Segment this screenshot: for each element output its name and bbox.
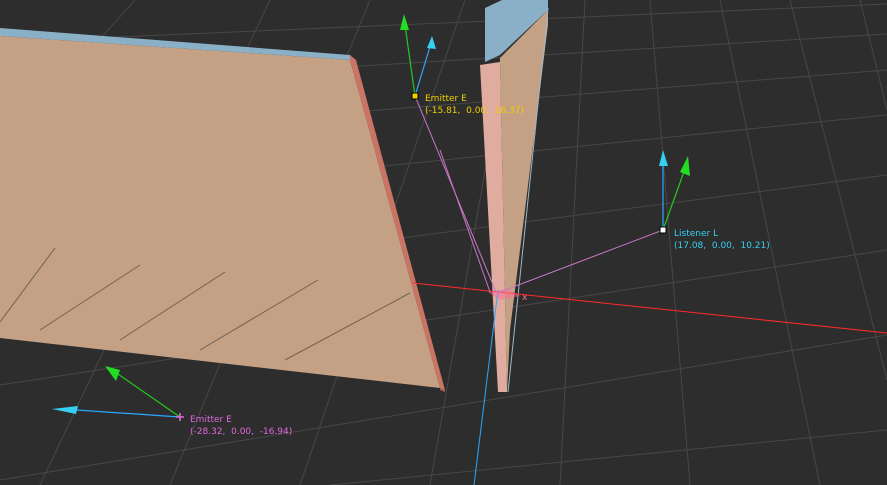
emitter-name: Emitter E — [425, 94, 467, 104]
emitter-name: Emitter E — [190, 415, 232, 425]
scene-canvas: x Emitter E (-15.81, 0.00, 26.37) Listen… — [0, 0, 887, 485]
3d-viewport[interactable]: x Emitter E (-15.81, 0.00, 26.37) Listen… — [0, 0, 887, 485]
emitter-coords: (-28.32, 0.00, -16.94) — [190, 427, 292, 437]
listener-coords: (17.08, 0.00, 10.21) — [674, 241, 770, 251]
listener-name: Listener L — [674, 229, 718, 239]
emitter-coords: (-15.81, 0.00, 26.37) — [425, 106, 524, 116]
origin-label: x — [522, 293, 528, 303]
emitter-square-icon — [411, 92, 419, 100]
listener-square-icon — [659, 226, 667, 234]
